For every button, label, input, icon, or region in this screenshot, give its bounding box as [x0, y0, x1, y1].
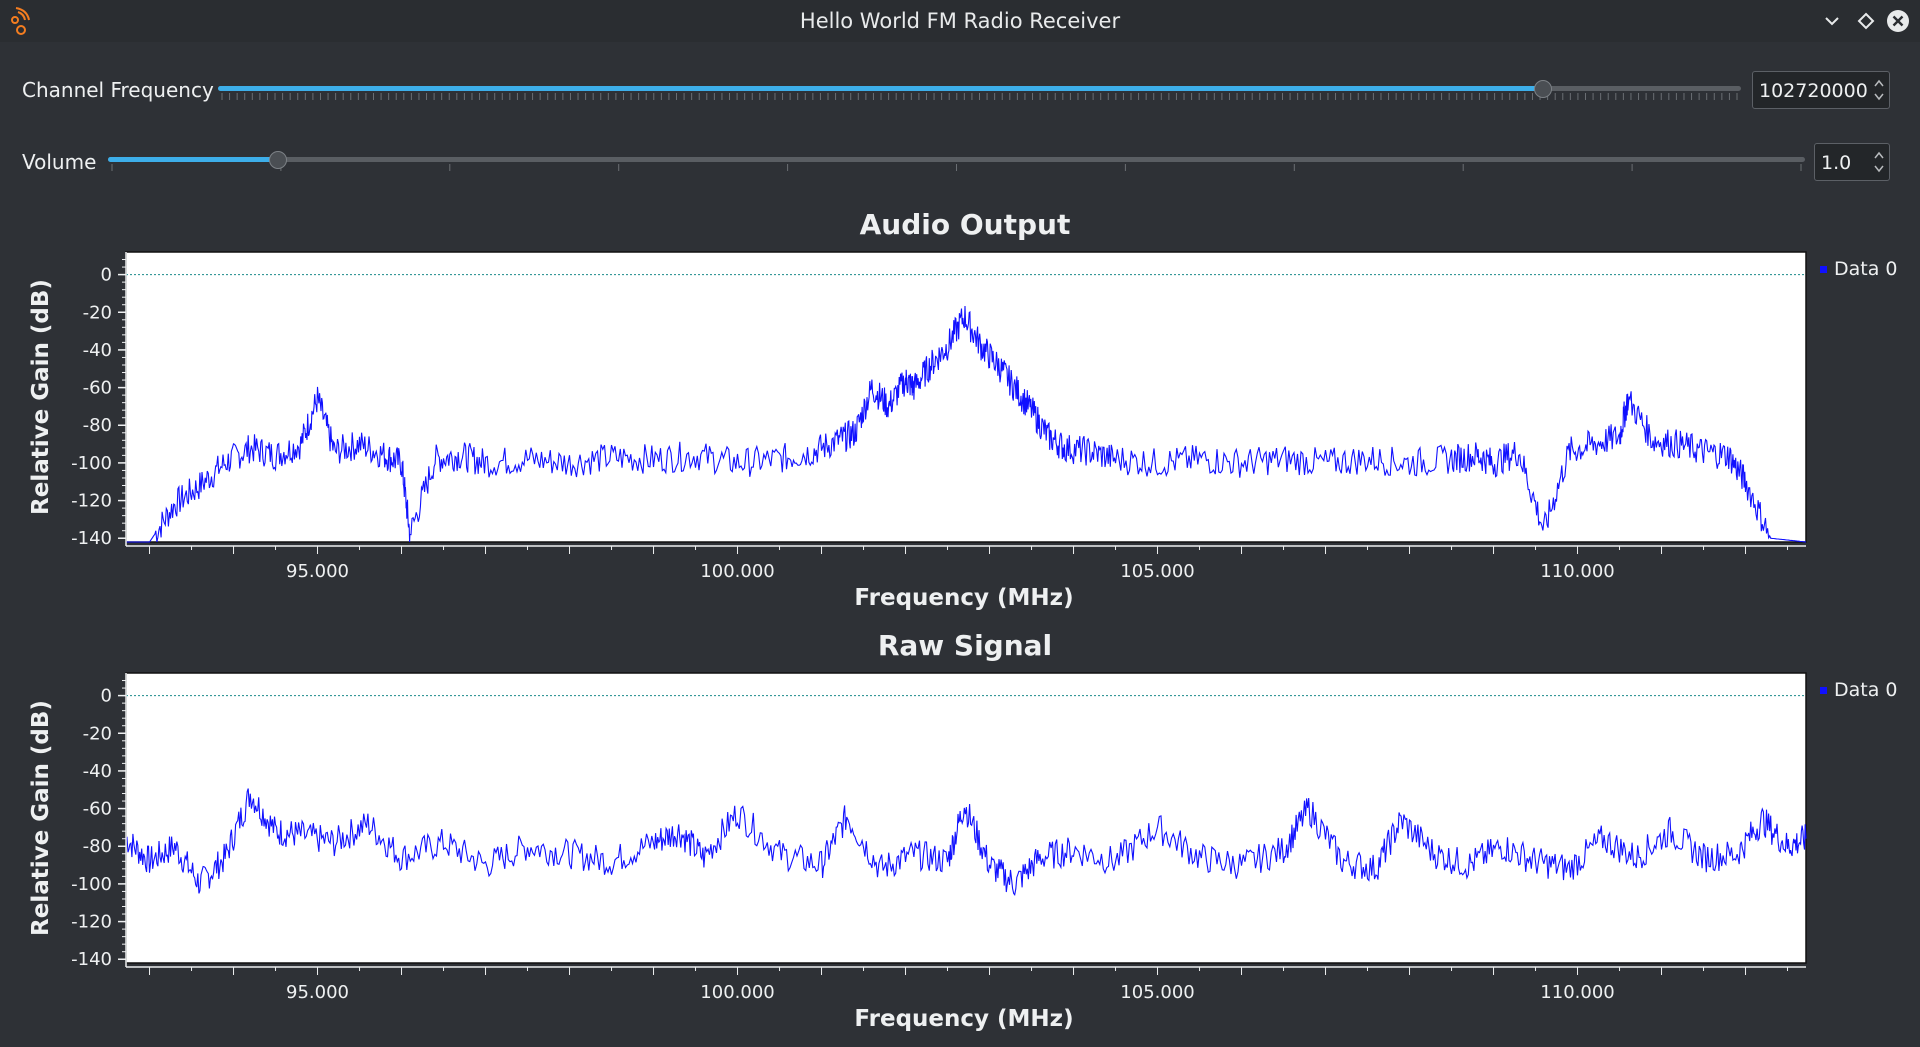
y-tick-label: -20: [83, 723, 112, 744]
y-tick-label: -80: [83, 836, 112, 857]
volume-fill: [108, 157, 278, 162]
audio-output-plot: 0 -20 -40 -60 -80 -100 -120 -140 95.000 100.000 10…: [28, 251, 1807, 611]
x-tick-label: 105.000: [1120, 561, 1194, 582]
diamond-icon[interactable]: [1854, 9, 1878, 33]
x-tick-label: 95.000: [286, 982, 349, 1003]
volume-label: Volume: [22, 150, 97, 174]
y-axis-label: Relative Gain (dB): [28, 700, 54, 936]
window-titlebar: Hello World FM Radio Receiver: [0, 0, 1920, 42]
x-axis-label: Frequency (MHz): [854, 1006, 1073, 1032]
channel-frequency-spinbox[interactable]: 102720000: [1752, 71, 1890, 109]
y-tick-label: 0: [101, 686, 112, 707]
y-tick-label: -120: [71, 912, 112, 933]
y-tick-label: -80: [83, 415, 112, 436]
y-tick-label: -40: [83, 340, 112, 361]
audio-output-title: Audio Output: [859, 208, 1071, 241]
plot-canvas: [125, 672, 1807, 964]
raw-signal-plot: 0 -20 -40 -60 -80 -100 -120 -140 95.000 100.000 10…: [28, 672, 1807, 1032]
volume-value[interactable]: 1.0: [1821, 152, 1851, 174]
y-tick-label: -20: [83, 302, 112, 323]
channel-frequency-fill: [218, 86, 1543, 91]
channel-frequency-label: Channel Frequency: [22, 78, 214, 102]
y-tick-label: 0: [101, 265, 112, 286]
x-tick-label: 100.000: [700, 561, 774, 582]
legend-swatch: [1820, 687, 1827, 694]
volume-ticks: [111, 164, 1802, 171]
y-tick-label: -40: [83, 761, 112, 782]
x-tick-label: 110.000: [1540, 561, 1614, 582]
y-tick-label: -60: [83, 378, 112, 399]
volume-track[interactable]: [108, 157, 1805, 162]
chevron-down-icon[interactable]: [1820, 9, 1844, 33]
y-tick-label: -140: [71, 528, 112, 549]
channel-frequency-ticks: [221, 93, 1738, 100]
x-axis-label: Frequency (MHz): [854, 585, 1073, 611]
x-tick-label: 105.000: [1120, 982, 1194, 1003]
close-icon[interactable]: [1886, 9, 1910, 33]
y-tick-label: -100: [71, 453, 112, 474]
channel-frequency-handle[interactable]: [1534, 80, 1552, 98]
volume-handle[interactable]: [268, 151, 287, 169]
raw-signal-legend: Data 0: [1834, 679, 1898, 701]
raw-signal-title: Raw Signal: [877, 629, 1053, 662]
window-title: Hello World FM Radio Receiver: [799, 9, 1121, 33]
y-tick-label: -120: [71, 491, 112, 512]
spin-arrows-icon[interactable]: [1873, 76, 1885, 104]
volume-spinbox[interactable]: 1.0: [1814, 143, 1890, 181]
y-tick-label: -140: [71, 949, 112, 970]
x-tick-label: 95.000: [286, 561, 349, 582]
y-tick-label: -60: [83, 799, 112, 820]
audio-output-legend: Data 0: [1834, 258, 1898, 280]
y-axis-label: Relative Gain (dB): [28, 279, 54, 515]
spin-arrows-icon[interactable]: [1873, 148, 1885, 176]
x-tick-label: 100.000: [700, 982, 774, 1003]
legend-swatch: [1820, 266, 1827, 273]
y-tick-label: -100: [71, 874, 112, 895]
x-tick-label: 110.000: [1540, 982, 1614, 1003]
channel-frequency-value[interactable]: 102720000: [1759, 80, 1868, 102]
